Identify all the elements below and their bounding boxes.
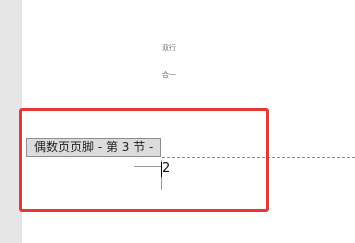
combine-text-line-2: 合一 (162, 71, 176, 79)
combine-text-line-1: 双行 (162, 44, 176, 52)
annotation-highlight-box (19, 108, 269, 212)
two-lines-in-one-text[interactable]: 双行 合一 (162, 26, 176, 98)
document-editor-view: 双行 合一 偶数页页脚 - 第 3 节 - 2 (0, 0, 355, 243)
